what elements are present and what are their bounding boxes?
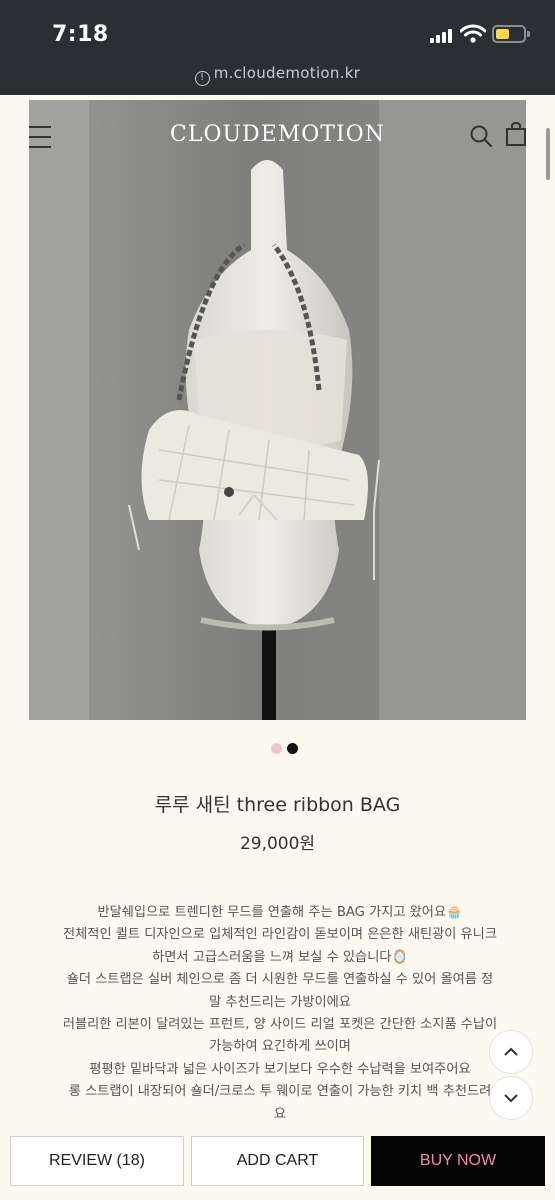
add-cart-button[interactable]: ADD CART xyxy=(191,1136,364,1186)
site-logo[interactable]: CLOUDEMOTION xyxy=(29,122,526,147)
clock: 7:18 xyxy=(52,22,109,47)
description-line: 롱 스트랩이 내장되어 숄더/크로스 투 웨이로 연출이 가능한 키치 백 추천… xyxy=(68,1084,492,1100)
wifi-icon xyxy=(460,24,486,43)
product-page: 7:18 ! m.cloudemotion.kr CLOUDEMOTION 루루… xyxy=(0,0,555,1200)
search-icon[interactable] xyxy=(469,124,493,148)
shopping-bag-icon[interactable] xyxy=(505,121,527,147)
page-scrollbar[interactable] xyxy=(546,128,550,180)
description-line: 러블리한 리본이 달려있는 프런트, 양 사이드 리얼 포켓은 간단한 소지품 … xyxy=(62,1017,498,1033)
purchase-action-bar: REVIEW (18) ADD CART BUY NOW xyxy=(0,1125,555,1200)
description-line: 가능하여 요긴하게 쓰이며 xyxy=(209,1039,351,1055)
product-image[interactable] xyxy=(29,100,526,720)
description-line: 반달쉐입으로 트렌디한 무드를 연출해 주는 BAG 가지고 왔어요🧁 xyxy=(97,905,463,920)
product-photo-illustration xyxy=(29,100,526,720)
site-header: CLOUDEMOTION xyxy=(29,100,526,170)
description-line: 말 추천드리는 가방이에요 xyxy=(209,994,351,1010)
address-bar[interactable]: ! m.cloudemotion.kr xyxy=(0,64,555,86)
description-line: 평평한 밑바닥과 넓은 사이즈가 보기보다 우수한 수납력을 보여주어요 xyxy=(89,1061,471,1077)
product-description: 반달쉐입으로 트렌디한 무드를 연출해 주는 BAG 가지고 왔어요🧁 전체적인… xyxy=(40,902,520,1126)
description-line: 숄더 스트랩은 실버 체인으로 좀 더 시원한 무드를 연출하실 수 있어 올여… xyxy=(66,972,494,988)
scroll-to-bottom-button[interactable] xyxy=(489,1076,533,1120)
gallery-pagination xyxy=(271,743,298,754)
url-text: m.cloudemotion.kr xyxy=(213,64,361,82)
gallery-dot-2[interactable] xyxy=(287,743,298,754)
product-price: 29,000원 xyxy=(239,834,316,854)
description-line: 전체적인 퀼트 디자인으로 입체적인 라인감이 돋보이며 은은한 새틴광이 유니… xyxy=(63,927,497,943)
battery-icon xyxy=(492,25,530,43)
chevron-down-icon xyxy=(504,1094,518,1103)
info-icon[interactable]: ! xyxy=(194,71,210,86)
scroll-to-top-button[interactable] xyxy=(489,1030,533,1074)
status-bar: 7:18 ! m.cloudemotion.kr xyxy=(0,0,555,95)
description-line: 하면서 고급스러움을 느껴 보실 수 있습니다🪞 xyxy=(152,949,408,965)
review-button[interactable]: REVIEW (18) xyxy=(10,1136,184,1186)
chevron-up-icon xyxy=(504,1047,518,1056)
cellular-signal-icon xyxy=(430,28,452,43)
buy-now-button[interactable]: BUY NOW xyxy=(371,1136,545,1186)
gallery-dot-1[interactable] xyxy=(271,743,282,754)
product-title: 루루 새틴 three ribbon BAG xyxy=(154,794,401,816)
description-line: 요 xyxy=(273,1106,287,1122)
